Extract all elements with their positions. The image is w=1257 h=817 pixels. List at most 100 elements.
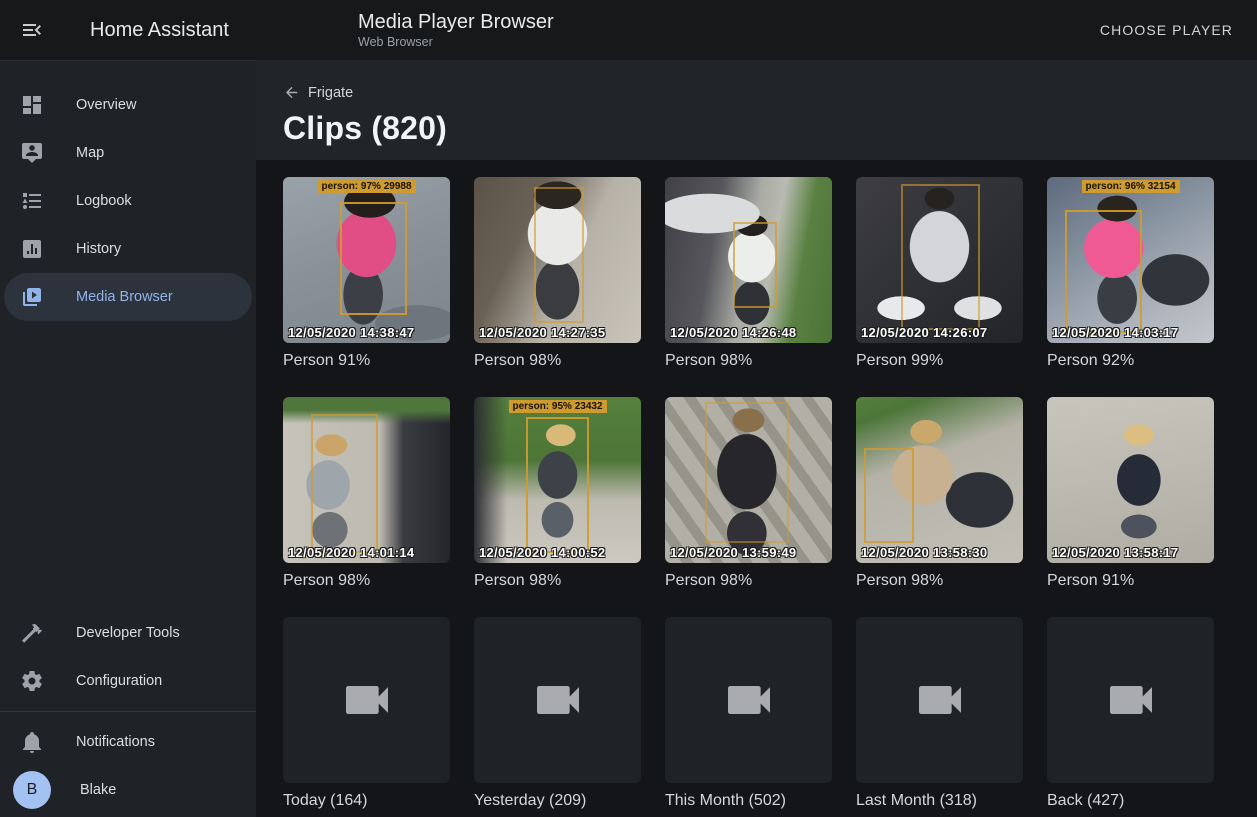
clip-thumbnail[interactable]: 12/05/2020 14:01:14	[283, 397, 450, 563]
sidebar-item-map[interactable]: Map	[4, 129, 252, 177]
detection-box	[705, 402, 789, 543]
video-camera-icon	[1103, 672, 1159, 728]
clip-tile[interactable]: person: 96% 32154 12/05/2020 14:03:17 Pe…	[1047, 177, 1214, 370]
detection-box	[526, 417, 589, 553]
sidebar-item-notifications[interactable]: Notifications	[4, 718, 252, 766]
folder-tile-today[interactable]: Today (164)	[283, 617, 450, 810]
folder-tile-yesterday[interactable]: Yesterday (209)	[474, 617, 641, 810]
clip-timestamp: 12/05/2020 14:38:47	[288, 325, 414, 340]
detection-box	[733, 222, 776, 308]
clip-thumbnail[interactable]: 12/05/2020 13:58:17	[1047, 397, 1214, 563]
sidebar-item-label: Media Browser	[76, 289, 173, 305]
clips-grid: person: 97% 29988 12/05/2020 14:38:47 Pe…	[283, 177, 1230, 810]
media-browser-main: Frigate Clips (820) person: 97% 29988 12…	[256, 60, 1257, 817]
folder-tile-back[interactable]: Back (427)	[1047, 617, 1214, 810]
folder-tile-this-month[interactable]: This Month (502)	[665, 617, 832, 810]
detection-box	[311, 414, 378, 553]
clip-label: Person 98%	[665, 571, 832, 590]
user-name: Blake	[80, 782, 116, 798]
folder-thumbnail[interactable]	[665, 617, 832, 783]
sidebar-item-media-browser[interactable]: Media Browser	[4, 273, 252, 321]
clips-scroll-area[interactable]: person: 97% 29988 12/05/2020 14:38:47 Pe…	[256, 160, 1257, 817]
sidebar-item-label: Configuration	[76, 673, 162, 689]
clip-timestamp: 12/05/2020 14:27:35	[479, 325, 605, 340]
clip-timestamp: 12/05/2020 14:00:52	[479, 545, 605, 560]
detection-box	[901, 184, 979, 330]
clip-label: Person 98%	[665, 351, 832, 370]
sidebar-item-developer-tools[interactable]: Developer Tools	[4, 609, 252, 657]
clip-thumbnail[interactable]: 12/05/2020 13:58:30	[856, 397, 1023, 563]
clip-label: Person 92%	[1047, 351, 1214, 370]
clip-label: Person 98%	[283, 571, 450, 590]
hammer-icon	[20, 621, 44, 645]
sidebar-item-history[interactable]: History	[4, 225, 252, 273]
clip-label: Person 98%	[474, 571, 641, 590]
page-heading: Media Player Browser Web Browser	[358, 10, 554, 50]
clip-tile[interactable]: 12/05/2020 13:58:30 Person 98%	[856, 397, 1023, 590]
breadcrumb-label: Frigate	[308, 85, 353, 101]
detection-box	[1065, 210, 1142, 333]
video-camera-icon	[721, 672, 777, 728]
clip-timestamp: 12/05/2020 13:59:49	[670, 545, 796, 560]
folder-thumbnail[interactable]	[283, 617, 450, 783]
clip-tile[interactable]: person: 95% 23432 12/05/2020 14:00:52 Pe…	[474, 397, 641, 590]
clip-label: Person 99%	[856, 351, 1023, 370]
clip-label: Person 91%	[283, 351, 450, 370]
clip-timestamp: 12/05/2020 14:26:07	[861, 325, 987, 340]
media-browser-header: Frigate Clips (820)	[256, 60, 1257, 160]
play-box-multiple-icon	[20, 285, 44, 309]
clip-timestamp: 12/05/2020 13:58:30	[861, 545, 987, 560]
clip-thumbnail[interactable]: person: 97% 29988 12/05/2020 14:38:47	[283, 177, 450, 343]
clip-label: Person 91%	[1047, 571, 1214, 590]
folder-label: Back (427)	[1047, 791, 1214, 810]
clip-tile[interactable]: 12/05/2020 13:58:17 Person 91%	[1047, 397, 1214, 590]
sidebar-item-configuration[interactable]: Configuration	[4, 657, 252, 705]
bell-icon	[20, 730, 44, 754]
clip-tile[interactable]: 12/05/2020 14:26:48 Person 98%	[665, 177, 832, 370]
gear-icon	[20, 669, 44, 693]
sidebar-item-overview[interactable]: Overview	[4, 81, 252, 129]
folder-thumbnail[interactable]	[1047, 617, 1214, 783]
clip-tile[interactable]: 12/05/2020 14:26:07 Person 99%	[856, 177, 1023, 370]
detection-box	[534, 187, 584, 323]
folder-tile-last-month[interactable]: Last Month (318)	[856, 617, 1023, 810]
detection-label: person: 95% 23432	[508, 400, 606, 413]
clip-thumbnail[interactable]: person: 95% 23432 12/05/2020 14:00:52	[474, 397, 641, 563]
folder-label: This Month (502)	[665, 791, 832, 810]
clip-thumbnail[interactable]: 12/05/2020 14:26:48	[665, 177, 832, 343]
choose-player-button[interactable]: CHOOSE PLAYER	[1092, 12, 1241, 48]
sidebar-item-user[interactable]: B Blake	[4, 766, 252, 814]
format-list-bulleted-icon	[20, 189, 44, 213]
clip-tile[interactable]: 12/05/2020 13:59:49 Person 98%	[665, 397, 832, 590]
clip-timestamp: 12/05/2020 13:58:17	[1052, 545, 1178, 560]
video-camera-icon	[530, 672, 586, 728]
sidebar-toggle-button[interactable]	[8, 6, 56, 54]
clip-thumbnail[interactable]: 12/05/2020 14:26:07	[856, 177, 1023, 343]
clip-tile[interactable]: 12/05/2020 14:01:14 Person 98%	[283, 397, 450, 590]
detection-box	[340, 202, 407, 315]
clip-label: Person 98%	[856, 571, 1023, 590]
clip-thumbnail[interactable]: 12/05/2020 14:27:35	[474, 177, 641, 343]
sidebar-item-label: Map	[76, 145, 104, 161]
folder-thumbnail[interactable]	[856, 617, 1023, 783]
video-camera-icon	[339, 672, 395, 728]
folder-thumbnail[interactable]	[474, 617, 641, 783]
section-title: Clips (820)	[283, 110, 1230, 147]
folder-label: Today (164)	[283, 791, 450, 810]
app-title: Home Assistant	[90, 19, 229, 42]
tooltip-account-icon	[20, 141, 44, 165]
detection-label: person: 97% 29988	[317, 180, 415, 193]
page-subtitle: Web Browser	[358, 34, 554, 50]
sidebar-item-label: History	[76, 241, 121, 257]
page-title: Media Player Browser	[358, 10, 554, 34]
clip-thumbnail[interactable]: person: 96% 32154 12/05/2020 14:03:17	[1047, 177, 1214, 343]
sidebar-item-label: Overview	[76, 97, 136, 113]
clip-label: Person 98%	[474, 351, 641, 370]
clip-timestamp: 12/05/2020 14:01:14	[288, 545, 414, 560]
sidebar-item-logbook[interactable]: Logbook	[4, 177, 252, 225]
breadcrumb-back[interactable]: Frigate	[283, 84, 353, 101]
clip-thumbnail[interactable]: 12/05/2020 13:59:49	[665, 397, 832, 563]
folder-label: Last Month (318)	[856, 791, 1023, 810]
clip-tile[interactable]: person: 97% 29988 12/05/2020 14:38:47 Pe…	[283, 177, 450, 370]
clip-tile[interactable]: 12/05/2020 14:27:35 Person 98%	[474, 177, 641, 370]
